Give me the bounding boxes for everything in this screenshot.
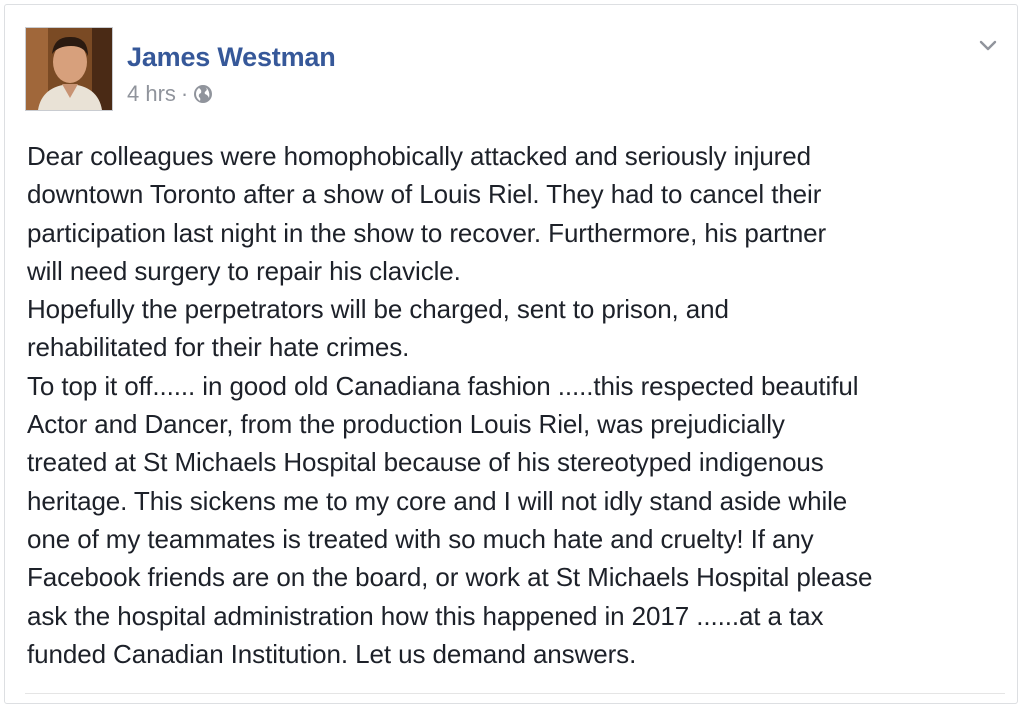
post-header: James Westman 4 hrs · bbox=[25, 27, 1005, 117]
post-text-line: Actor and Dancer, from the production Lo… bbox=[27, 409, 785, 440]
avatar-photo bbox=[26, 28, 112, 110]
post-text-line: heritage. This sickens me to my core and… bbox=[27, 485, 848, 516]
post-text-line: treated at St Michaels Hospital because … bbox=[27, 447, 824, 478]
post-card: James Westman 4 hrs · Dear colleagues we… bbox=[4, 4, 1018, 704]
post-text-line: will need surgery to repair his clavicle… bbox=[27, 255, 461, 286]
divider bbox=[25, 693, 1005, 694]
chevron-down-icon[interactable] bbox=[971, 33, 1005, 59]
timestamp-link[interactable]: 4 hrs bbox=[127, 81, 176, 107]
post-text-line: Hopefully the perpetrators will be charg… bbox=[27, 294, 729, 325]
meta-separator: · bbox=[180, 81, 189, 106]
author-name-link[interactable]: James Westman bbox=[127, 41, 336, 73]
post-text-line: participation last night in the show to … bbox=[27, 217, 827, 248]
globe-icon[interactable] bbox=[193, 84, 213, 104]
post-text-line: ask the hospital administration how this… bbox=[27, 600, 824, 631]
post-text-line: funded Canadian Institution. Let us dema… bbox=[27, 638, 637, 669]
post-text-line: rehabilitated for their hate crimes. bbox=[27, 332, 410, 363]
post-text-line: Dear colleagues were homophobically atta… bbox=[27, 141, 811, 171]
post-text-line: To top it off...... in good old Canadian… bbox=[27, 370, 859, 401]
avatar[interactable] bbox=[25, 27, 113, 111]
post-meta: 4 hrs · bbox=[127, 79, 213, 109]
post-text-line: downtown Toronto after a show of Louis R… bbox=[27, 179, 822, 210]
post-body-text: Dear colleagues were homophobically atta… bbox=[27, 137, 1007, 673]
post-text-line: Facebook friends are on the board, or wo… bbox=[27, 562, 873, 593]
post-text-line: one of my teammates is treated with so m… bbox=[27, 523, 814, 554]
